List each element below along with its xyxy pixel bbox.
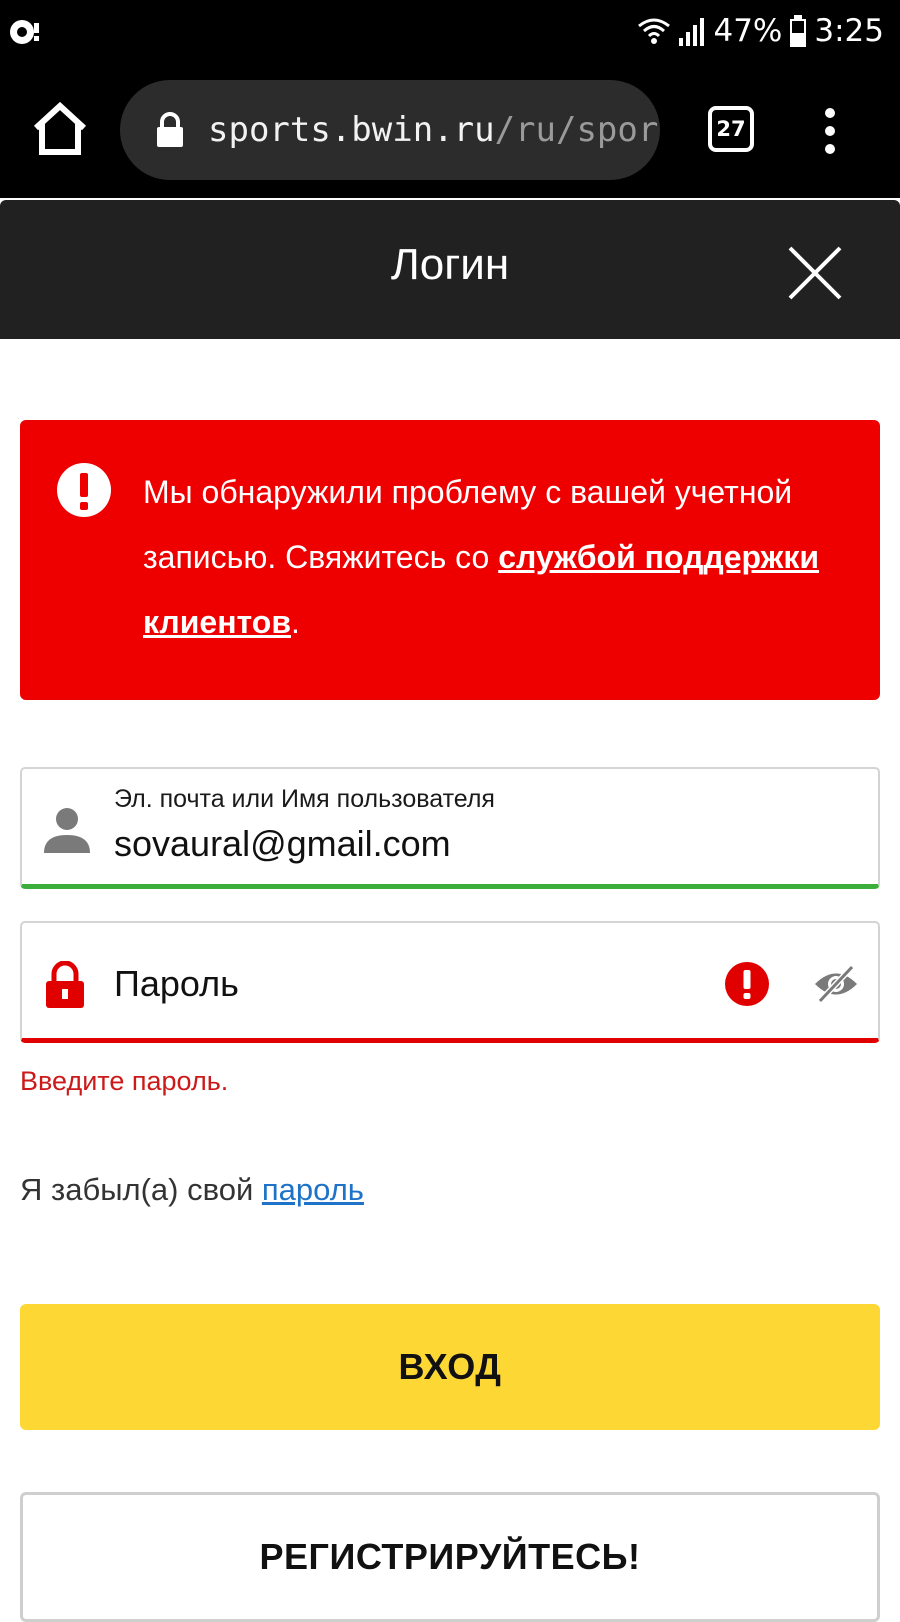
forgot-prefix: Я забыл(а) свой — [20, 1172, 262, 1207]
close-icon[interactable] — [786, 244, 844, 302]
login-button[interactable]: ВХОД — [20, 1304, 880, 1430]
login-button-label: ВХОД — [398, 1346, 502, 1387]
eye-off-icon[interactable] — [812, 963, 860, 1005]
email-field-label: Эл. почта или Имя пользователя — [114, 785, 495, 813]
lock-icon — [157, 112, 183, 147]
password-placeholder: Пароль — [114, 963, 239, 1004]
register-button-label: РЕГИСТРИРУЙТЕСЬ! — [259, 1536, 641, 1577]
password-field[interactable]: Пароль — [20, 921, 880, 1043]
tab-switcher-button[interactable]: 27 — [708, 106, 754, 152]
wifi-icon — [638, 18, 671, 44]
error-message: Мы обнаружили проблему с вашей учетной з… — [143, 460, 840, 655]
status-bar: 47% 3:25 — [0, 0, 900, 62]
lock-icon — [46, 961, 84, 1008]
clock: 3:25 — [814, 13, 884, 49]
tab-count: 27 — [716, 117, 746, 141]
browser-toolbar: sports.bwin.ru/ru/sport 27 — [0, 62, 900, 198]
more-options-icon[interactable] — [818, 106, 842, 156]
email-field[interactable]: Эл. почта или Имя пользователя — [20, 767, 880, 889]
alert-icon — [725, 962, 769, 1006]
email-input[interactable] — [114, 823, 814, 865]
modal-header: Логин — [0, 200, 900, 339]
url-text: sports.bwin.ru/ru/sport — [208, 110, 660, 150]
battery-percent: 47% — [713, 13, 783, 49]
error-banner: Мы обнаружили проблему с вашей учетной з… — [20, 420, 880, 700]
error-message-end: . — [291, 604, 300, 640]
user-icon — [44, 808, 90, 853]
home-icon[interactable] — [30, 100, 90, 158]
battery-icon — [790, 15, 807, 47]
forgot-password-text: Я забыл(а) свой пароль — [20, 1172, 364, 1208]
forgot-password-link[interactable]: пароль — [262, 1172, 364, 1207]
address-bar[interactable]: sports.bwin.ru/ru/sport — [120, 80, 660, 180]
modal-title: Логин — [390, 240, 510, 289]
status-indicators: 47% 3:25 — [637, 8, 884, 54]
register-button[interactable]: РЕГИСТРИРУЙТЕСЬ! — [20, 1492, 880, 1622]
password-error-message: Введите пароль. — [20, 1066, 229, 1096]
notification-icon — [10, 20, 39, 44]
signal-icon — [679, 18, 705, 46]
alert-icon — [57, 463, 111, 517]
url-domain: sports.bwin.ru — [208, 110, 495, 150]
url-path: /ru/sport — [494, 110, 660, 150]
